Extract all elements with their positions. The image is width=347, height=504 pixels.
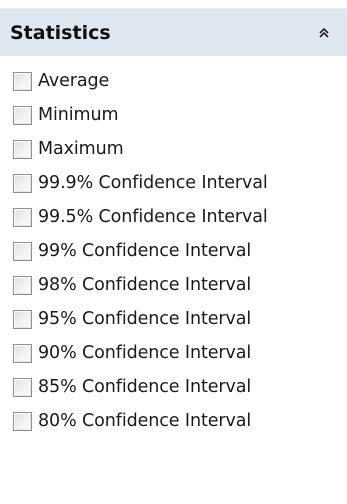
- option-ci-99[interactable]: 99% Confidence Interval: [13, 234, 347, 268]
- statistics-panel: Statistics Average Minimum Maximum 99.9%…: [0, 8, 347, 504]
- option-average[interactable]: Average: [13, 64, 347, 98]
- option-label: Maximum: [38, 139, 124, 159]
- checkbox[interactable]: [13, 207, 32, 227]
- option-ci-80[interactable]: 80% Confidence Interval: [13, 404, 347, 438]
- double-chevron-up-icon: [319, 27, 329, 38]
- collapse-button[interactable]: [313, 22, 335, 44]
- panel-title: Statistics: [10, 21, 111, 44]
- checkbox[interactable]: [13, 241, 32, 261]
- checkbox[interactable]: [13, 377, 32, 397]
- checkbox[interactable]: [13, 309, 32, 329]
- option-ci-99-9[interactable]: 99.9% Confidence Interval: [13, 166, 347, 200]
- option-label: 90% Confidence Interval: [38, 343, 252, 363]
- checkbox[interactable]: [13, 173, 32, 193]
- option-label: 95% Confidence Interval: [38, 309, 252, 329]
- panel-header[interactable]: Statistics: [0, 8, 347, 56]
- option-ci-85[interactable]: 85% Confidence Interval: [13, 370, 347, 404]
- option-label: 85% Confidence Interval: [38, 377, 252, 397]
- option-label: 80% Confidence Interval: [38, 411, 252, 431]
- option-ci-98[interactable]: 98% Confidence Interval: [13, 268, 347, 302]
- option-maximum[interactable]: Maximum: [13, 132, 347, 166]
- option-label: 99.5% Confidence Interval: [38, 207, 268, 227]
- option-label: 99% Confidence Interval: [38, 241, 252, 261]
- option-label: Average: [38, 71, 110, 91]
- statistics-options-list: Average Minimum Maximum 99.9% Confidence…: [0, 64, 347, 438]
- option-label: 99.9% Confidence Interval: [38, 173, 268, 193]
- checkbox[interactable]: [13, 411, 32, 431]
- option-label: 98% Confidence Interval: [38, 275, 252, 295]
- option-ci-90[interactable]: 90% Confidence Interval: [13, 336, 347, 370]
- checkbox[interactable]: [13, 275, 32, 295]
- option-minimum[interactable]: Minimum: [13, 98, 347, 132]
- option-ci-95[interactable]: 95% Confidence Interval: [13, 302, 347, 336]
- checkbox[interactable]: [13, 139, 32, 159]
- checkbox[interactable]: [13, 71, 32, 91]
- checkbox[interactable]: [13, 343, 32, 363]
- checkbox[interactable]: [13, 105, 32, 125]
- option-label: Minimum: [38, 105, 119, 125]
- option-ci-99-5[interactable]: 99.5% Confidence Interval: [13, 200, 347, 234]
